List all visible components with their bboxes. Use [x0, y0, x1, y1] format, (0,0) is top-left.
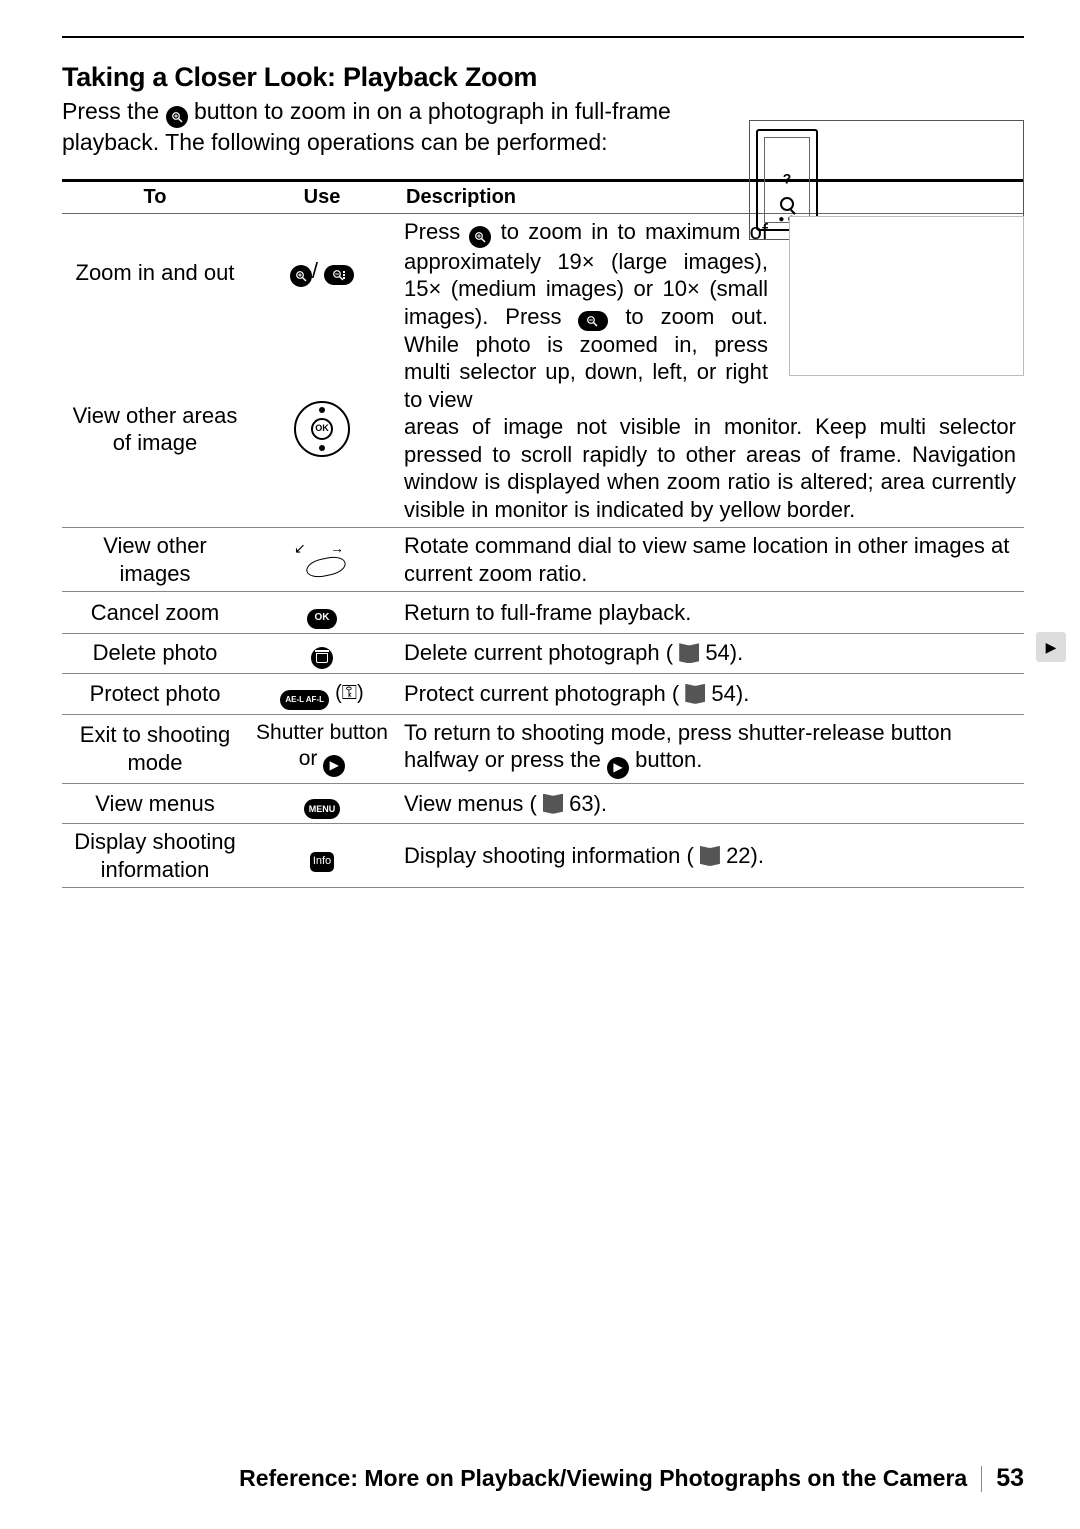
- table-row: Protect photo AE-L AF-L (⚿) Protect curr…: [62, 673, 1024, 714]
- desc-cell: Display shooting information ( 22).: [396, 824, 1024, 888]
- desc-cell: Protect current photograph ( 54).: [396, 673, 1024, 714]
- footer-separator: [981, 1466, 982, 1492]
- use-cell: OK: [248, 331, 396, 528]
- desc-cell: Return to full-frame playback.: [396, 592, 1024, 633]
- desc-text: button.: [635, 747, 702, 772]
- desc-text: Delete current photograph (: [404, 640, 673, 665]
- menu-icon: MENU: [304, 799, 341, 819]
- use-cell: ↙→: [248, 528, 396, 592]
- to-cell: View other areas of image: [62, 331, 248, 528]
- table-row: Zoom in and out / Press: [62, 213, 1024, 331]
- col-use: Use: [248, 180, 396, 213]
- desc-cell: To return to shooting mode, press shutte…: [396, 714, 1024, 783]
- footer-text: Reference: More on Playback/Viewing Phot…: [239, 1465, 967, 1492]
- key-icon: (⚿): [335, 682, 364, 704]
- page-ref-icon: [685, 684, 705, 704]
- use-cell: /: [248, 213, 396, 331]
- footer: Reference: More on Playback/Viewing Phot…: [239, 1464, 1024, 1493]
- playback-icon: ▶: [323, 755, 345, 777]
- table-row: Exit to shooting mode Shutter button or …: [62, 714, 1024, 783]
- use-cell: MENU: [248, 783, 396, 824]
- intro-text-a: Press the: [62, 98, 166, 124]
- zoom-in-icon: [469, 226, 491, 248]
- ael-afl-icon: AE-L AF-L: [280, 690, 329, 710]
- table-row: View menus MENU View menus ( 63).: [62, 783, 1024, 824]
- magnifier-icon: [780, 197, 794, 211]
- table-row: Cancel zoom OK Return to full-frame play…: [62, 592, 1024, 633]
- desc-cell: Press to zoom in to maximum of approxima…: [396, 213, 1024, 528]
- table-row: Display shooting information Info Displa…: [62, 824, 1024, 888]
- to-cell: View menus: [62, 783, 248, 824]
- desc-text: View menus (: [404, 791, 537, 816]
- desc-text: 22).: [726, 843, 764, 868]
- ok-icon: OK: [307, 609, 337, 629]
- top-rule: [62, 36, 1024, 38]
- desc-cell: Rotate command dial to view same locatio…: [396, 528, 1024, 592]
- section-heading: Taking a Closer Look: Playback Zoom: [62, 62, 1024, 93]
- info-icon: Info: [310, 852, 334, 872]
- intro-paragraph: Press the button to zoom in on a photogr…: [62, 97, 752, 157]
- page-ref-icon: [543, 794, 563, 814]
- desc-text: 63).: [569, 791, 607, 816]
- desc-cell: Delete current photograph ( 54).: [396, 633, 1024, 673]
- to-cell: Cancel zoom: [62, 592, 248, 633]
- preview-placeholder: [789, 216, 1024, 376]
- command-dial-icon: ↙→: [294, 538, 350, 576]
- col-to: To: [62, 180, 248, 213]
- page: Taking a Closer Look: Playback Zoom Pres…: [0, 0, 1080, 1529]
- multi-selector-icon: OK: [294, 401, 350, 457]
- to-cell: Delete photo: [62, 633, 248, 673]
- operations-table: To Use Description Zoom in and out /: [62, 179, 1024, 888]
- desc-text: Protect current photograph (: [404, 681, 679, 706]
- to-cell: Display shooting information: [62, 824, 248, 888]
- table-row: Delete photo Delete current photograph (…: [62, 633, 1024, 673]
- page-ref-icon: [700, 846, 720, 866]
- page-ref-icon: [679, 643, 699, 663]
- use-cell: Info: [248, 824, 396, 888]
- use-text: Shutter button or: [256, 721, 388, 770]
- to-cell: Protect photo: [62, 673, 248, 714]
- page-number: 53: [996, 1464, 1024, 1493]
- to-cell: View other images: [62, 528, 248, 592]
- trash-icon: [311, 647, 333, 669]
- use-cell: AE-L AF-L (⚿): [248, 673, 396, 714]
- desc-text: areas of image not visible in monitor. K…: [404, 413, 1016, 523]
- table-row: View other images ↙→ Rotate command dial…: [62, 528, 1024, 592]
- to-cell: Exit to shooting mode: [62, 714, 248, 783]
- use-cell: Shutter button or ▶: [248, 714, 396, 783]
- desc-text: Display shooting information (: [404, 843, 694, 868]
- to-cell: Zoom in and out: [62, 213, 248, 331]
- desc-text: Press: [404, 219, 469, 244]
- use-cell: OK: [248, 592, 396, 633]
- zoom-in-icon: [166, 106, 188, 128]
- zoom-in-icon: [290, 265, 312, 287]
- zoom-out-icon: [324, 265, 354, 285]
- desc-cell: View menus ( 63).: [396, 783, 1024, 824]
- playback-icon: ▶: [607, 757, 629, 779]
- desc-text: 54).: [711, 681, 749, 706]
- side-thumb-tab: ▶: [1036, 632, 1066, 662]
- zoom-out-icon: [578, 311, 608, 331]
- desc-text: 54).: [705, 640, 743, 665]
- use-cell: [248, 633, 396, 673]
